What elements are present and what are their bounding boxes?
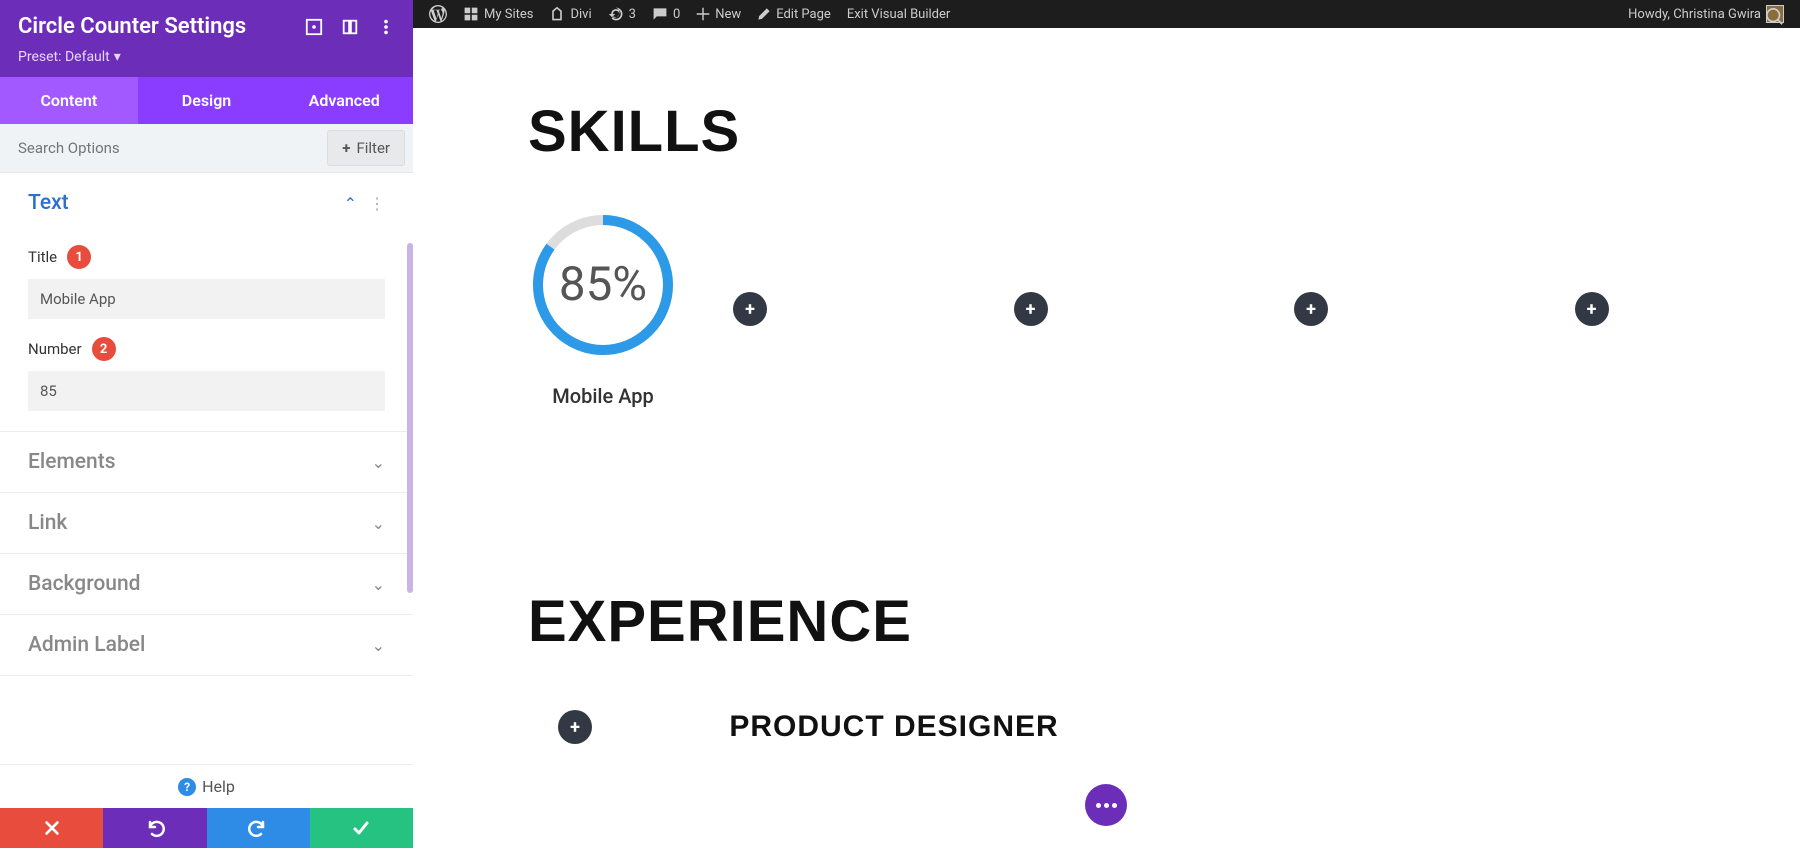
section-elements-title: Elements [28,450,116,474]
exit-vb-label: Exit Visual Builder [847,7,950,22]
section-admin-label-title: Admin Label [28,633,145,657]
tab-advanced[interactable]: Advanced [275,77,413,124]
section-elements: Elements ⌄ [0,432,413,493]
admin-search-button[interactable] [1758,3,1792,31]
chevron-down-icon: ⌄ [372,636,385,655]
new-label: New [715,7,741,22]
search-filter-row: + Filter [0,124,413,173]
circle-title: Mobile App [552,384,654,408]
title-field-label: Title [28,248,57,266]
experience-row: + PRODUCT DESIGNER [528,710,1800,744]
number-input[interactable] [28,371,385,411]
section-background: Background ⌄ [0,554,413,615]
add-module-button[interactable]: + [1014,292,1048,326]
section-background-title: Background [28,572,140,596]
help-icon: ? [178,778,196,796]
exit-vb-link[interactable]: Exit Visual Builder [839,0,958,28]
settings-panel: Circle Counter Settings Preset: Default … [0,0,413,848]
preset-label: Preset: Default [18,49,110,65]
section-text: Text ⌃ ⋮ Title 1 Number 2 [0,173,413,432]
preset-selector[interactable]: Preset: Default ▾ [18,49,395,65]
add-module-button[interactable]: + [1575,292,1609,326]
section-admin-label-header[interactable]: Admin Label ⌄ [0,615,413,675]
kebab-icon[interactable]: ⋮ [369,194,385,213]
my-sites-link[interactable]: My Sites [455,0,541,28]
filter-label: Filter [356,139,390,157]
updates-link[interactable]: 3 [600,0,644,28]
new-link[interactable]: New [688,0,749,28]
add-module-button[interactable]: + [1294,292,1328,326]
discard-button[interactable] [0,808,103,848]
expand-icon[interactable] [341,18,359,36]
panel-header: Circle Counter Settings Preset: Default … [0,0,413,77]
tab-content[interactable]: Content [0,77,138,124]
scrollbar-thumb[interactable] [407,243,413,593]
section-link-title: Link [28,511,67,535]
help-label: Help [202,777,235,796]
filter-button[interactable]: + Filter [327,130,405,166]
panel-scrollbar[interactable] [407,243,413,764]
section-text-header[interactable]: Text ⌃ ⋮ [0,173,413,233]
section-background-header[interactable]: Background ⌄ [0,554,413,614]
edit-page-label: Edit Page [776,7,831,22]
chevron-up-icon: ⌃ [344,194,357,213]
circle-percent-text: 85% [559,256,647,312]
annotation-badge-1: 1 [67,245,91,269]
comments-count: 0 [673,7,680,22]
add-module-button[interactable]: + [558,710,592,744]
section-link-header[interactable]: Link ⌄ [0,493,413,553]
wp-logo[interactable] [421,0,455,28]
chevron-down-icon: ▾ [114,49,121,65]
product-designer-heading: PRODUCT DESIGNER [592,710,1196,744]
help-link[interactable]: ? Help [0,764,413,808]
wp-admin-bar: My Sites Divi 3 0 New Edit Page Exit Vis… [413,0,1800,28]
undo-button[interactable] [103,808,206,848]
updates-count: 3 [629,7,636,22]
section-admin-label: Admin Label ⌄ [0,615,413,676]
edit-page-link[interactable]: Edit Page [749,0,839,28]
plus-icon: + [342,139,350,157]
page-settings-fab[interactable] [1085,784,1127,826]
search-input[interactable] [0,125,319,171]
panel-footer: ? Help [0,764,413,848]
chevron-down-icon: ⌄ [372,575,385,594]
kebab-icon[interactable] [377,18,395,36]
site-name-link[interactable]: Divi [541,0,599,28]
heading-skills: SKILLS [528,98,1800,165]
section-text-title: Text [28,191,69,215]
title-input[interactable] [28,279,385,319]
skills-row: 85% Mobile App + + + + [528,210,1800,408]
save-button[interactable] [310,808,413,848]
annotation-badge-2: 2 [92,337,116,361]
site-name-label: Divi [570,7,591,22]
section-link: Link ⌄ [0,493,413,554]
section-elements-header[interactable]: Elements ⌄ [0,432,413,492]
tab-design[interactable]: Design [138,77,276,124]
snap-icon[interactable] [305,18,323,36]
add-module-button[interactable]: + [733,292,767,326]
circle-progress: 85% [528,210,678,360]
page-preview: SKILLS 85% Mobile App + + + + EXPERIENCE… [413,28,1800,848]
number-field-label: Number [28,340,82,358]
greeting-text: Howdy, Christina Gwira [1628,7,1761,22]
redo-button[interactable] [207,808,310,848]
chevron-down-icon: ⌄ [372,514,385,533]
panel-tabs: Content Design Advanced [0,77,413,124]
panel-title: Circle Counter Settings [18,14,246,39]
heading-experience: EXPERIENCE [528,588,1800,655]
chevron-down-icon: ⌄ [372,453,385,472]
comments-link[interactable]: 0 [644,0,688,28]
circle-counter-module[interactable]: 85% Mobile App [528,210,678,408]
my-sites-label: My Sites [484,7,533,22]
